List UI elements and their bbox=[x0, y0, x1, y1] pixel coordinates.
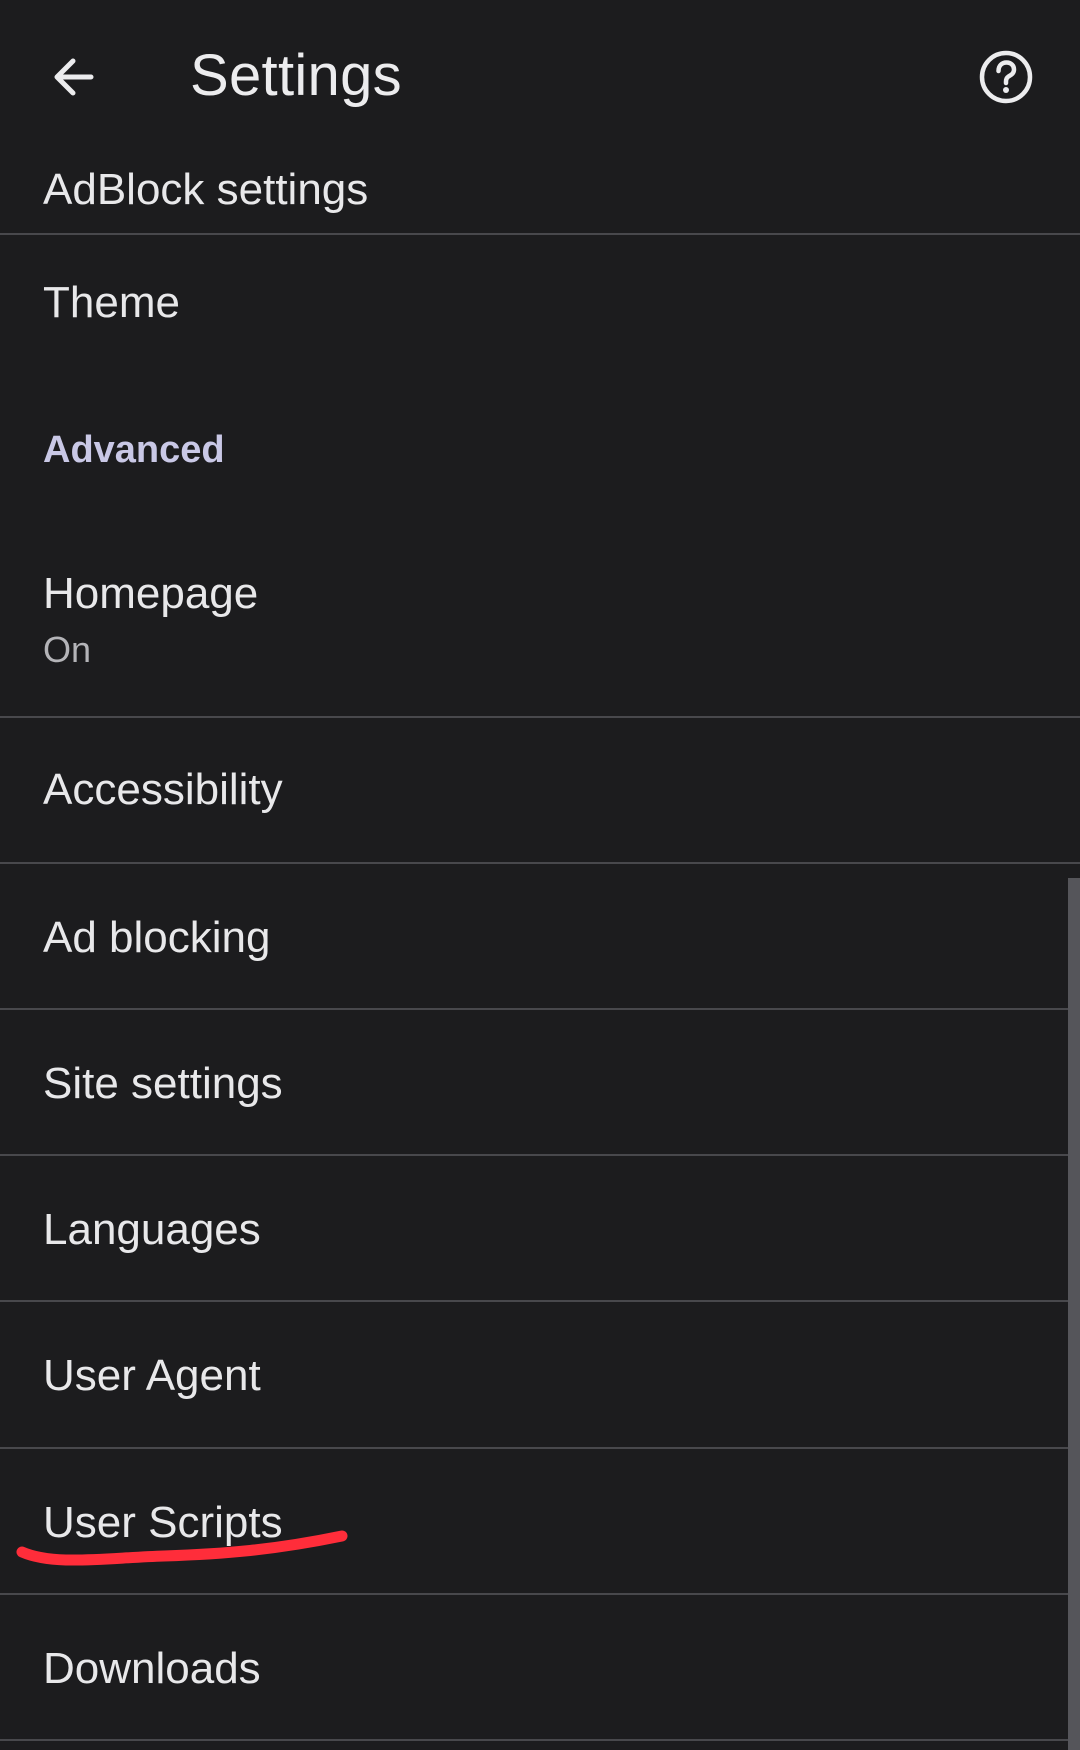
arrow-left-icon bbox=[54, 58, 94, 96]
help-button[interactable] bbox=[962, 33, 1050, 121]
help-circle-icon bbox=[979, 50, 1033, 104]
settings-item-theme[interactable]: Theme bbox=[0, 235, 1080, 375]
settings-item-label: Downloads bbox=[43, 1644, 261, 1693]
settings-item-ad-blocking[interactable]: Ad blocking bbox=[0, 864, 1080, 1008]
settings-item-label: Site settings bbox=[43, 1059, 283, 1108]
back-button[interactable] bbox=[32, 36, 114, 118]
app-bar: Settings bbox=[0, 0, 1080, 148]
settings-item-label: User Scripts bbox=[43, 1498, 283, 1547]
settings-item-label: Ad blocking bbox=[43, 913, 271, 962]
settings-item-accessibility[interactable]: Accessibility bbox=[0, 718, 1080, 862]
settings-item-user-agent[interactable]: User Agent bbox=[0, 1302, 1080, 1446]
divider bbox=[0, 1739, 1080, 1741]
page-title: Settings bbox=[190, 43, 402, 108]
settings-item-label: AdBlock settings bbox=[43, 165, 369, 214]
settings-item-label: User Agent bbox=[43, 1351, 261, 1400]
section-header-advanced: Advanced bbox=[43, 429, 225, 471]
settings-item-summary: On bbox=[43, 629, 92, 670]
settings-item-site-settings[interactable]: Site settings bbox=[0, 1010, 1080, 1154]
settings-item-downloads[interactable]: Downloads bbox=[0, 1595, 1080, 1739]
scrollbar[interactable] bbox=[1068, 878, 1080, 1750]
settings-item-label: Homepage bbox=[43, 569, 259, 618]
settings-item-label: Languages bbox=[43, 1205, 261, 1254]
settings-item-user-scripts[interactable]: User Scripts bbox=[0, 1449, 1080, 1593]
settings-item-label: Theme bbox=[43, 278, 180, 327]
settings-item-homepage[interactable]: Homepage On bbox=[0, 520, 1080, 716]
settings-item-label: Accessibility bbox=[43, 765, 283, 814]
settings-item-languages[interactable]: Languages bbox=[0, 1156, 1080, 1300]
